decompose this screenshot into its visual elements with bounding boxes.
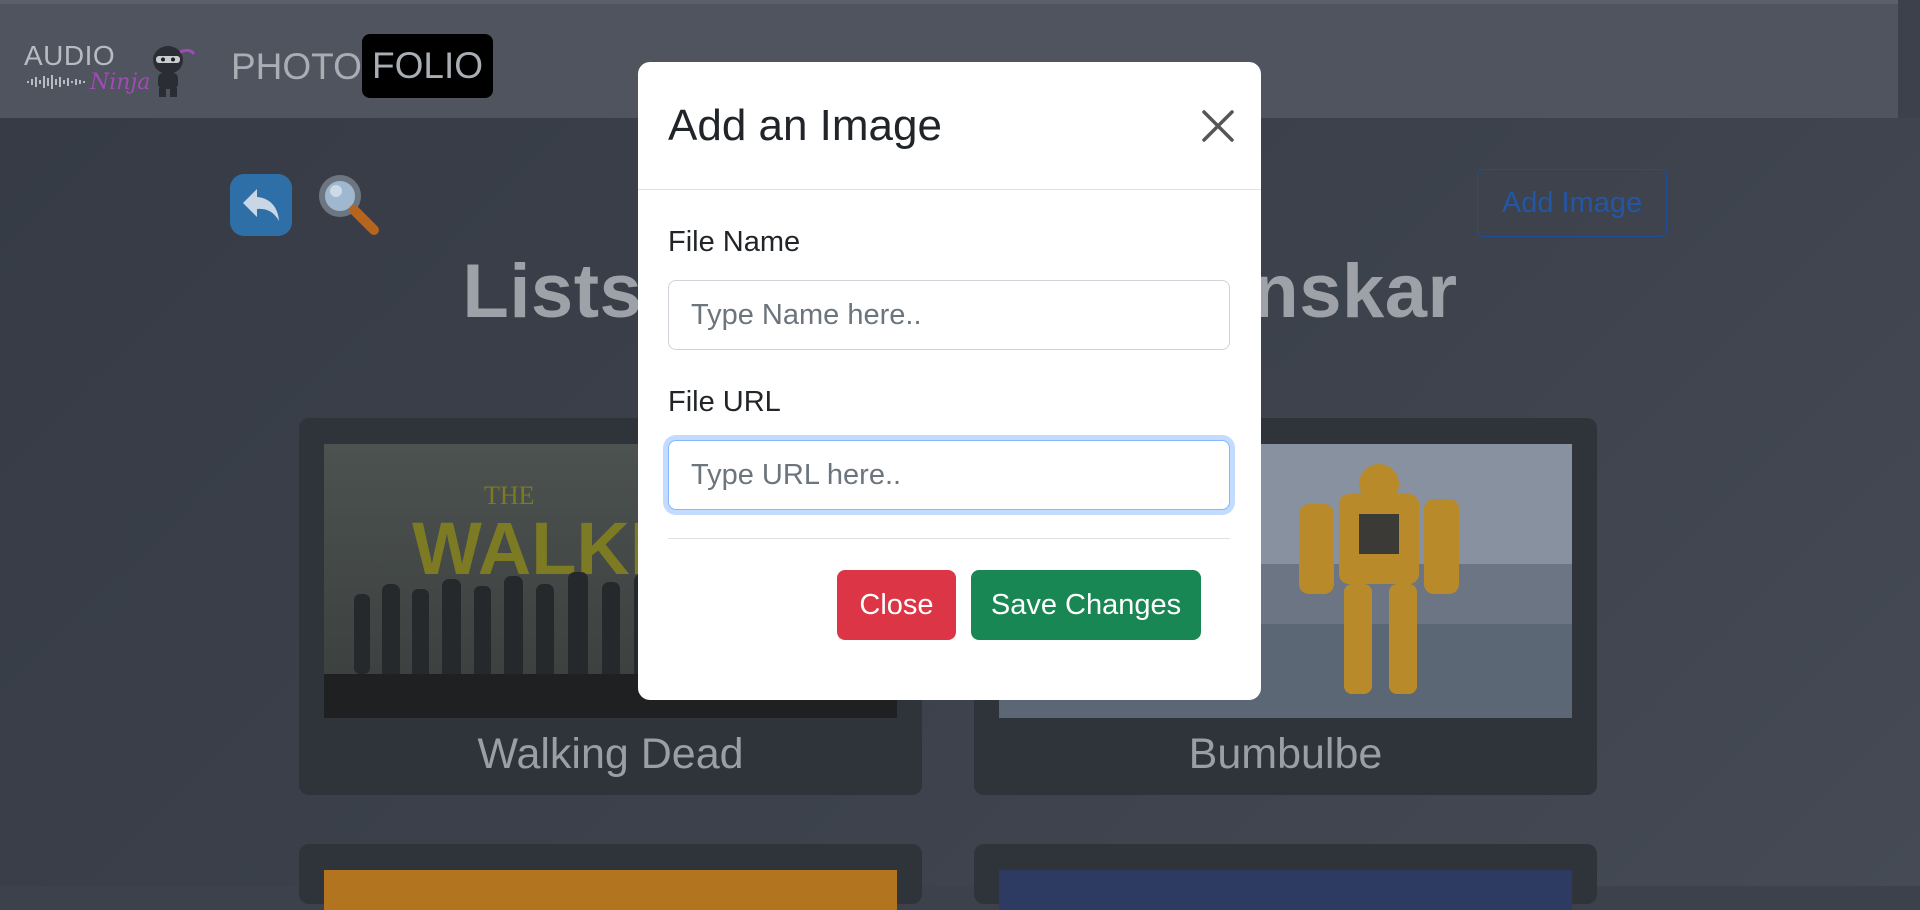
file-url-label: File URL [668,386,781,418]
modal-title: Add an Image [668,101,942,150]
add-image-modal: Add an Image File Name File URL Close Sa… [638,62,1261,700]
save-changes-button[interactable]: Save Changes [971,570,1201,640]
close-x-icon[interactable] [1198,106,1238,146]
close-button[interactable]: Close [837,570,956,640]
file-name-label: File Name [668,226,801,258]
modal-header-divider [638,189,1261,190]
file-url-input[interactable] [668,440,1230,510]
modal-footer-divider [668,538,1230,539]
file-name-input[interactable] [668,280,1230,350]
